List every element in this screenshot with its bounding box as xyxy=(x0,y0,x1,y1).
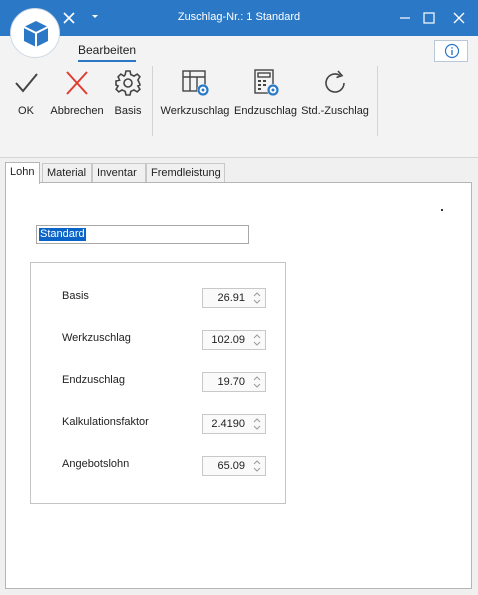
calculator-gear-icon xyxy=(254,69,279,96)
dot-marker xyxy=(441,209,443,211)
angebotslohn-spinner[interactable]: 65.09 xyxy=(202,456,266,476)
content-area: Lohn Material Inventar Fremdleistung Sta… xyxy=(0,158,478,595)
kalkulationsfaktor-spinner[interactable]: 2.4190 xyxy=(202,414,266,434)
tab-lohn[interactable]: Lohn xyxy=(5,162,40,184)
lohn-panel: Standard Basis 26.91 Werkzuschlag 102.09… xyxy=(5,182,472,589)
angebotslohn-label: Angebotslohn xyxy=(62,458,130,470)
ribbon: Bearbeiten OK Abbrechen Basis Werkzuschl… xyxy=(0,36,478,158)
std-zuschlag-label: Std.-Zuschlag xyxy=(301,105,369,117)
werkzuschlag-label: Werkzuschlag xyxy=(160,105,230,117)
basis-label: Basis xyxy=(62,290,89,302)
kalkulationsfaktor-value: 2.4190 xyxy=(211,418,245,430)
tab-fremdleistung[interactable]: Fremdleistung xyxy=(146,163,225,183)
cancel-label: Abbrechen xyxy=(50,105,104,117)
table-gear-icon xyxy=(182,70,209,96)
x-icon xyxy=(66,71,88,95)
angebotslohn-value: 65.09 xyxy=(217,460,245,472)
tab-bearbeiten[interactable]: Bearbeiten xyxy=(78,43,137,62)
endzuschlag-label: Endzuschlag xyxy=(234,105,297,117)
endzuschlag-label: Endzuschlag xyxy=(62,374,125,386)
cancel-button[interactable]: Abbrechen xyxy=(48,68,106,117)
endzuschlag-spinner[interactable]: 19.70 xyxy=(202,372,266,392)
box-icon xyxy=(23,21,49,47)
checkmark-icon xyxy=(15,73,38,93)
endzuschlag-value: 19.70 xyxy=(217,376,245,388)
basis-value: 26.91 xyxy=(217,292,245,304)
basis-spinner[interactable]: 26.91 xyxy=(202,288,266,308)
refresh-icon xyxy=(325,70,345,93)
ribbon-separator xyxy=(152,66,153,136)
tab-inventar[interactable]: Inventar xyxy=(92,163,146,183)
name-field[interactable]: Standard xyxy=(36,225,249,244)
spin-arrows-icon[interactable] xyxy=(252,417,262,431)
werkzuschlag-spinner[interactable]: 102.09 xyxy=(202,330,266,350)
gear-icon xyxy=(115,70,141,96)
app-logo[interactable] xyxy=(10,8,60,58)
basis-label: Basis xyxy=(114,105,142,117)
werkzuschlag-button[interactable]: Werkzuschlag xyxy=(160,68,230,117)
tab-material[interactable]: Material xyxy=(42,163,92,183)
name-field-value: Standard xyxy=(39,228,86,241)
values-group: Basis 26.91 Werkzuschlag 102.09 Endzusch… xyxy=(30,262,286,504)
maximize-icon[interactable] xyxy=(420,9,438,27)
spin-arrows-icon[interactable] xyxy=(252,459,262,473)
endzuschlag-button[interactable]: Endzuschlag xyxy=(234,68,297,117)
basis-button[interactable]: Basis xyxy=(110,68,146,117)
std-zuschlag-button[interactable]: Std.-Zuschlag xyxy=(300,68,370,117)
close-icon[interactable] xyxy=(450,9,468,27)
werkzuschlag-label: Werkzuschlag xyxy=(62,332,131,344)
minimize-icon[interactable] xyxy=(396,10,414,26)
spin-arrows-icon[interactable] xyxy=(252,333,262,347)
title-bar: Zuschlag-Nr.: 1 Standard xyxy=(0,0,478,36)
werkzuschlag-value: 102.09 xyxy=(211,334,245,346)
spin-arrows-icon[interactable] xyxy=(252,375,262,389)
info-button[interactable] xyxy=(434,40,468,62)
spin-arrows-icon[interactable] xyxy=(252,291,262,305)
ribbon-separator xyxy=(377,66,378,136)
ok-button[interactable]: OK xyxy=(8,68,44,117)
kalkulationsfaktor-label: Kalkulationsfaktor xyxy=(62,416,149,428)
info-icon xyxy=(444,43,460,59)
ok-label: OK xyxy=(18,105,34,117)
